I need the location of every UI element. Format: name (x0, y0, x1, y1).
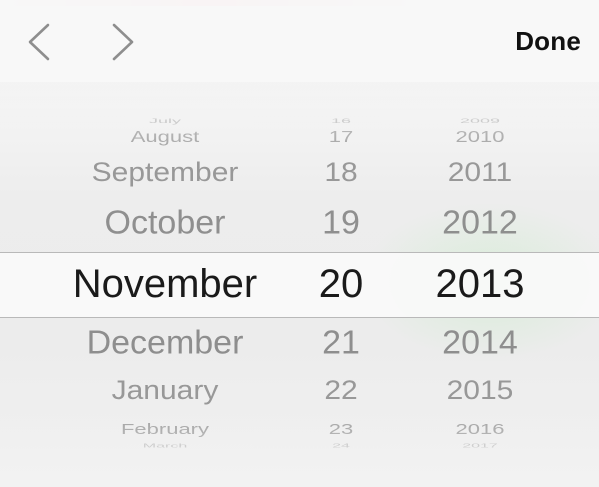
year-option[interactable]: 2015 (400, 377, 560, 404)
day-option[interactable]: 19 (296, 207, 386, 240)
month-option[interactable]: March (0, 443, 330, 448)
day-wheel[interactable]: 16 17 18 19 20 21 22 23 24 (296, 82, 386, 487)
selected-year[interactable]: 2013 (400, 264, 560, 304)
day-option[interactable]: 17 (296, 129, 386, 144)
selected-day[interactable]: 20 (296, 264, 386, 304)
year-option[interactable]: 2017 (400, 443, 560, 448)
picker-toolbar: Done (0, 0, 599, 82)
chevron-right-icon (112, 23, 134, 61)
day-option[interactable]: 24 (296, 443, 386, 448)
previous-button[interactable] (22, 22, 62, 62)
year-option[interactable]: 2014 (400, 327, 560, 360)
year-wheel[interactable]: 2009 2010 2011 2012 2013 2014 2015 2016 … (400, 82, 560, 487)
day-option[interactable]: 21 (296, 327, 386, 360)
day-option[interactable]: 22 (296, 377, 386, 404)
done-button[interactable]: Done (515, 26, 581, 57)
year-option[interactable]: 2016 (400, 421, 560, 437)
month-option[interactable]: October (0, 207, 330, 240)
month-option[interactable]: September (0, 159, 330, 187)
next-button[interactable] (104, 22, 144, 62)
month-option[interactable]: January (0, 377, 330, 404)
day-option[interactable]: 23 (296, 421, 386, 437)
selected-month[interactable]: November (0, 264, 330, 304)
month-wheel[interactable]: July August September October November D… (0, 82, 330, 487)
year-option[interactable]: 2011 (400, 159, 560, 187)
month-option[interactable]: July (0, 118, 330, 124)
day-option[interactable]: 16 (296, 118, 386, 124)
year-option[interactable]: 2012 (400, 207, 560, 240)
year-option[interactable]: 2010 (400, 129, 560, 144)
month-option[interactable]: December (0, 327, 330, 360)
month-option[interactable]: August (0, 129, 330, 144)
year-option[interactable]: 2009 (400, 118, 560, 124)
month-option[interactable]: February (0, 421, 330, 437)
chevron-left-icon (28, 23, 50, 61)
date-picker: July August September October November D… (0, 82, 599, 487)
day-option[interactable]: 18 (296, 159, 386, 187)
